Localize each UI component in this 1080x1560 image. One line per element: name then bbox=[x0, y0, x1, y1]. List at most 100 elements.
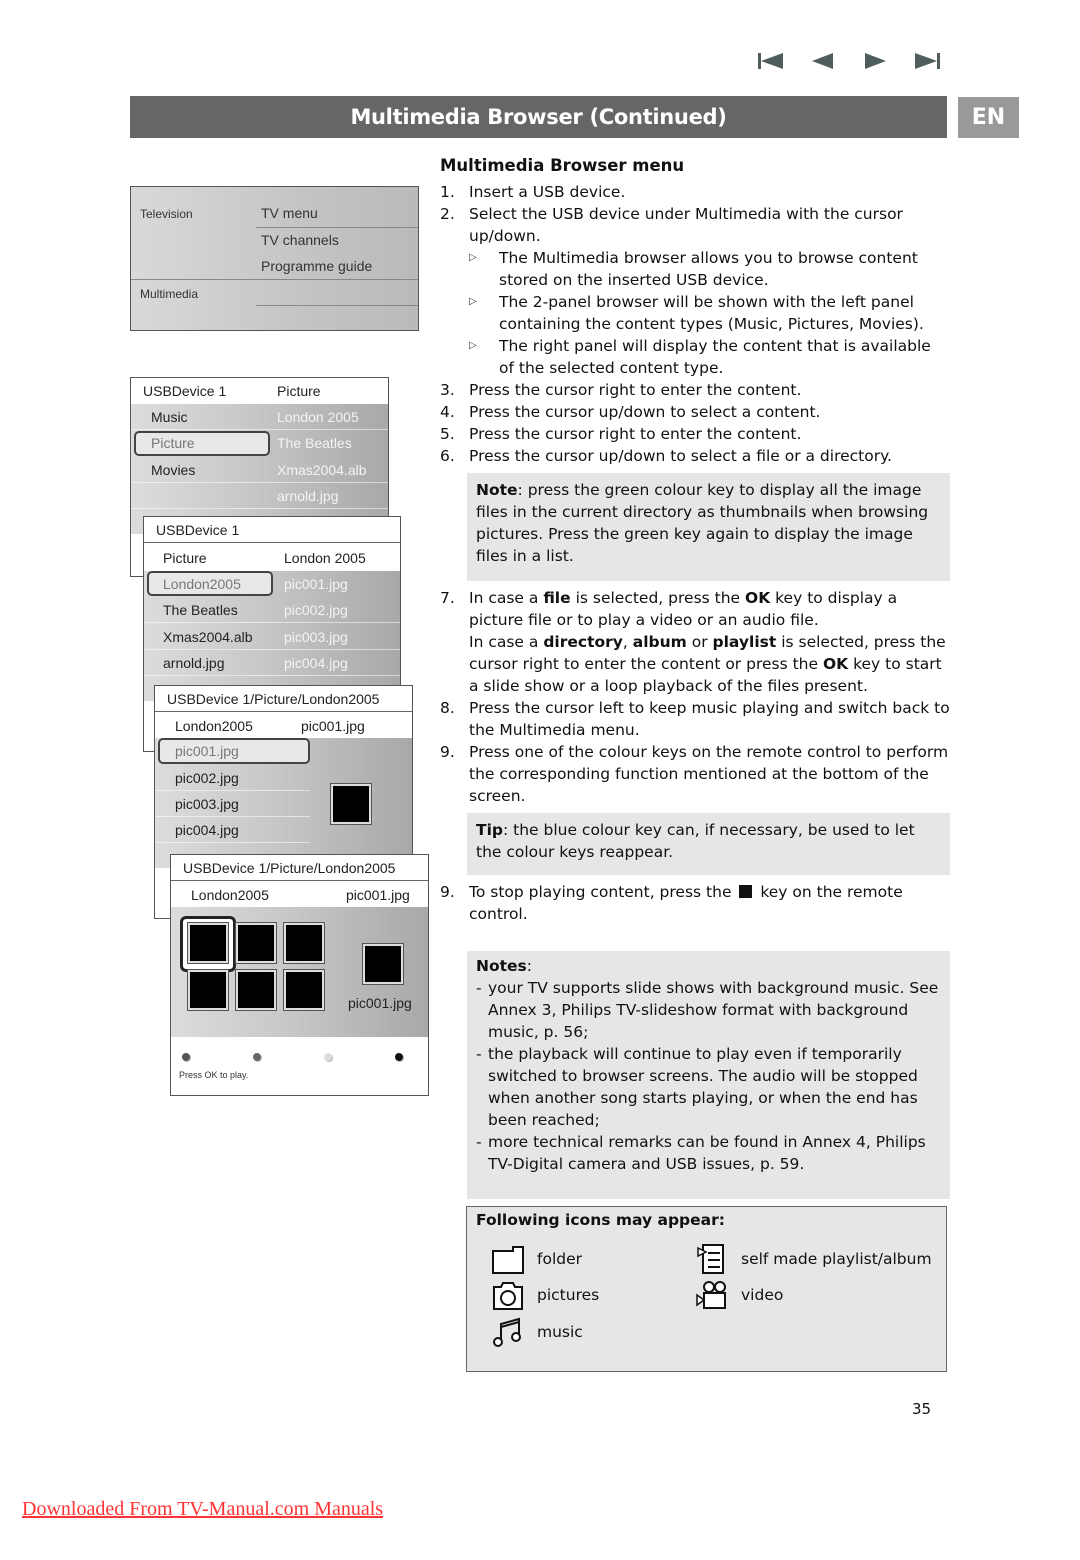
list-item: The Beatles pic002.jpg bbox=[144, 597, 400, 623]
step-6: 6. Press the cursor up/down to select a f… bbox=[440, 447, 892, 465]
tv-menu-item: TV channels bbox=[261, 232, 339, 248]
thumbnail bbox=[283, 922, 325, 964]
browser-screen-thumbnails: USBDevice 1/Picture/London2005 London200… bbox=[170, 854, 429, 1096]
previous-icon bbox=[812, 53, 833, 69]
note-label: Note bbox=[476, 481, 518, 499]
panel-subheader: London2005 pic001.jpg bbox=[191, 887, 410, 903]
step-8: 8. Press the cursor left to keep music pl… bbox=[440, 699, 950, 739]
panel-header: USBDevice 1/Picture/London2005 bbox=[155, 686, 412, 712]
tv-menu-category-multimedia: Multimedia bbox=[140, 287, 199, 301]
list-item: Picture The Beatles bbox=[151, 435, 352, 451]
result-arrow-icon: ▷ bbox=[469, 252, 477, 263]
playlist-icon bbox=[697, 1244, 724, 1274]
notes-box: Notes: - your TV supports slide shows wit… bbox=[467, 951, 950, 1199]
thumbnail-grid: pic001.jpg bbox=[171, 907, 428, 1037]
colour-key-blue bbox=[395, 1053, 403, 1061]
preview-thumbnail bbox=[330, 783, 372, 825]
skip-to-start-icon bbox=[758, 53, 783, 69]
step-2-result: ▷ The Multimedia browser allows you to br… bbox=[469, 249, 918, 289]
step-5: 5. Press the cursor right to enter the co… bbox=[440, 425, 802, 443]
next-button[interactable] bbox=[860, 50, 890, 72]
step-2-result: ▷ The 2-panel browser will be shown with … bbox=[469, 293, 924, 333]
list-item: pic002.jpg bbox=[155, 765, 412, 791]
result-arrow-icon: ▷ bbox=[469, 296, 477, 307]
tv-menu-illustration: Television TV menu TV channels Programme… bbox=[130, 186, 419, 331]
content-type-label: Picture bbox=[277, 383, 321, 399]
list-item: Xmas2004.alb pic003.jpg bbox=[144, 624, 400, 650]
list-item: Movies Xmas2004.alb bbox=[131, 457, 388, 483]
legend-item: folder bbox=[491, 1243, 582, 1275]
previous-button[interactable] bbox=[808, 50, 838, 72]
panel-header: USBDevice 1 bbox=[144, 517, 400, 543]
pictures-icon bbox=[493, 1282, 523, 1310]
tip-label: Tip bbox=[476, 821, 503, 839]
stop-key-icon bbox=[739, 885, 753, 898]
step-2-result: ▷ The right panel will display the conten… bbox=[469, 337, 931, 377]
instructions: Multimedia Browser menu 1. Insert a USB d… bbox=[440, 155, 950, 1205]
thumbnail bbox=[283, 969, 325, 1011]
skip-to-end-button[interactable] bbox=[912, 50, 942, 72]
icons-legend: Following icons may appear: folder pictu… bbox=[466, 1206, 947, 1372]
skip-to-end-icon bbox=[915, 53, 940, 69]
panel-header: USBDevice 1 Picture bbox=[131, 378, 388, 404]
list-item: London2005 pic001.jpg bbox=[163, 576, 348, 592]
result-arrow-icon: ▷ bbox=[469, 340, 477, 351]
tv-menu-category-television: Television bbox=[140, 207, 193, 221]
note-item: - your TV supports slide shows with backg… bbox=[476, 979, 939, 1041]
tv-menu-item: Programme guide bbox=[261, 258, 373, 274]
page-number: 35 bbox=[912, 1400, 932, 1418]
legend-item: self made playlist/album bbox=[695, 1243, 932, 1275]
thumbnail bbox=[187, 922, 229, 964]
note-item: - the playback will continue to play even… bbox=[476, 1045, 918, 1129]
step-1: 1. Insert a USB device. bbox=[440, 183, 626, 201]
colour-key-green bbox=[253, 1053, 261, 1061]
page-title: Multimedia Browser (Continued) bbox=[350, 105, 727, 129]
preview-thumbnail bbox=[362, 943, 404, 985]
step-2: 2. Select the USB device under Multimedia… bbox=[440, 205, 903, 245]
step-3: 3. Press the cursor right to enter the co… bbox=[440, 381, 802, 399]
thumbnail bbox=[235, 969, 277, 1011]
colour-key-red bbox=[182, 1053, 190, 1061]
music-icon bbox=[493, 1317, 521, 1347]
colour-key-yellow bbox=[324, 1053, 332, 1061]
legend-item: music bbox=[491, 1316, 583, 1348]
list-item: arnold.jpg bbox=[131, 483, 388, 509]
notes-label: Notes bbox=[476, 957, 527, 975]
legend-item: pictures bbox=[491, 1279, 599, 1311]
step-9: 9. Press one of the colour keys on the re… bbox=[440, 743, 949, 805]
note-item: - more technical remarks can be found in … bbox=[476, 1133, 926, 1173]
legend-item: video bbox=[695, 1279, 783, 1311]
section-heading: Multimedia Browser menu bbox=[440, 156, 685, 175]
folder-icon bbox=[492, 1246, 524, 1274]
page-navigation bbox=[756, 50, 942, 72]
section-header: Multimedia Browser (Continued) bbox=[130, 96, 947, 138]
step-9-stop: 9. To stop playing content, press the ke… bbox=[440, 883, 903, 923]
list-item: arnold.jpg pic004.jpg bbox=[144, 650, 400, 676]
panel-header: USBDevice 1/Picture/London2005 bbox=[171, 855, 428, 881]
path-label: USBDevice 1/Picture/London2005 bbox=[183, 859, 396, 876]
step-7: 7. In case a file is selected, press the… bbox=[440, 589, 946, 695]
language-badge: EN bbox=[958, 97, 1019, 138]
device-name: USBDevice 1 bbox=[156, 521, 240, 538]
download-source-link[interactable]: Downloaded From TV-Manual.com Manuals bbox=[22, 1498, 383, 1521]
path-label: USBDevice 1/Picture/London2005 bbox=[167, 690, 380, 707]
thumbnail bbox=[187, 969, 229, 1011]
skip-to-start-button[interactable] bbox=[756, 50, 786, 72]
video-icon bbox=[696, 1281, 726, 1309]
panel-subheader: Picture London 2005 bbox=[163, 550, 366, 566]
device-name: USBDevice 1 bbox=[143, 383, 227, 399]
list-item: pic001.jpg bbox=[175, 743, 239, 759]
tv-menu-item: TV menu bbox=[261, 205, 318, 221]
step-4: 4. Press the cursor up/down to select a c… bbox=[440, 403, 821, 421]
note-box: Note: press the green colour key to disp… bbox=[467, 473, 950, 581]
icons-legend-title: Following icons may appear: bbox=[476, 1211, 725, 1229]
next-icon bbox=[865, 53, 886, 69]
list-item: pic003.jpg bbox=[155, 791, 412, 817]
tip-box: Tip: the blue colour key can, if necessa… bbox=[467, 813, 950, 875]
list-item: pic004.jpg bbox=[155, 817, 412, 843]
panel-subheader: London2005 pic001.jpg bbox=[175, 718, 365, 734]
preview-caption: pic001.jpg bbox=[348, 995, 412, 1011]
status-text: Press OK to play. bbox=[179, 1070, 249, 1080]
thumbnail bbox=[235, 922, 277, 964]
list-item: Music London 2005 bbox=[131, 404, 388, 430]
